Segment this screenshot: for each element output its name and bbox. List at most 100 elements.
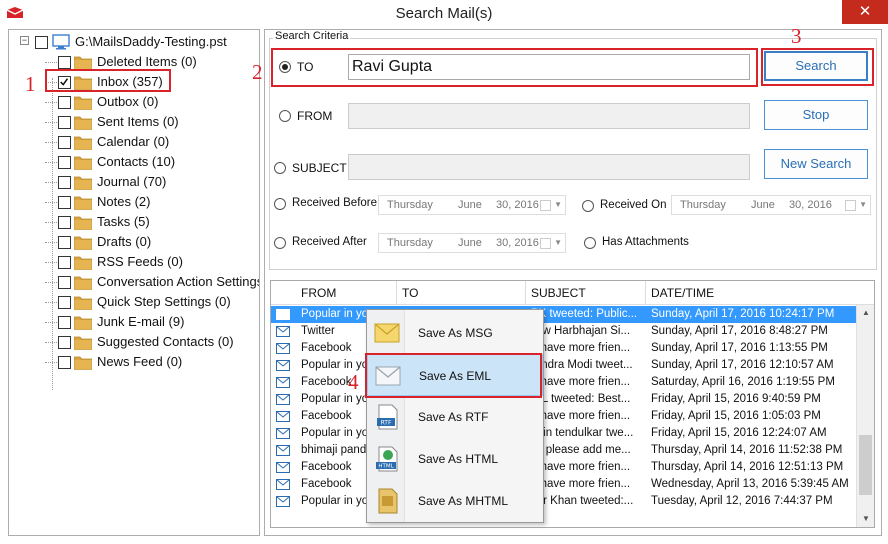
folder-icon	[74, 315, 92, 330]
received-on-label: Received On	[600, 199, 667, 211]
search-criteria-legend: Search Criteria	[273, 30, 351, 42]
calendar-icon[interactable]	[540, 200, 551, 211]
scroll-down-icon[interactable]: ▼	[857, 511, 874, 527]
folder-checkbox[interactable]	[58, 356, 71, 369]
svg-text:HTML: HTML	[378, 464, 394, 470]
context-menu-item[interactable]: HTML Save As HTML	[367, 438, 543, 480]
folder-checkbox[interactable]	[58, 176, 71, 189]
context-menu-item[interactable]: Save As MHTML	[367, 480, 543, 522]
mail-envelope-icon	[276, 445, 290, 456]
tree-item-label: Deleted Items (0)	[97, 54, 197, 69]
tree-item-label: Sent Items (0)	[97, 114, 179, 129]
table-row[interactable]: Facebook u have more frien... Wednesday, A…	[271, 476, 856, 493]
mail-envelope-icon	[276, 411, 290, 422]
mhtml-file-icon	[373, 488, 401, 514]
subject-input[interactable]	[348, 154, 750, 180]
tree-item-label: Contacts (10)	[97, 154, 176, 169]
table-row[interactable]: Twitter llow Harbhajan Si... Sunday, April…	[271, 323, 856, 340]
scroll-up-icon[interactable]: ▲	[857, 305, 874, 321]
column-from[interactable]: FROM	[301, 286, 336, 300]
folder-checkbox[interactable]	[58, 156, 71, 169]
cell-subject: u have more frien...	[531, 478, 631, 490]
tree-guide-line	[45, 182, 57, 183]
stop-button[interactable]: Stop	[764, 100, 868, 130]
folder-checkbox[interactable]	[58, 196, 71, 209]
mail-envelope-icon	[276, 377, 290, 388]
folder-checkbox[interactable]	[58, 216, 71, 229]
cell-datetime: Sunday, April 17, 2016 8:48:27 PM	[651, 325, 828, 337]
table-row[interactable]: Popular in your... PK tweeted: Public... S…	[271, 306, 856, 323]
tree-guide-line	[45, 302, 57, 303]
folder-icon	[74, 195, 92, 210]
cell-subject: vi, please add me...	[531, 444, 631, 456]
folder-checkbox[interactable]	[58, 136, 71, 149]
folder-checkbox[interactable]	[58, 116, 71, 129]
close-button[interactable]: ✕	[842, 0, 888, 24]
received-on-radio[interactable]	[582, 200, 594, 212]
context-menu-item[interactable]: Save As MSG	[367, 312, 543, 354]
tree-root-label: G:\MailsDaddy-Testing.pst	[75, 34, 227, 49]
annotation-number-1: 1	[25, 72, 36, 96]
tree-item-label: Drafts (0)	[97, 234, 152, 249]
folder-checkbox[interactable]	[58, 236, 71, 249]
context-menu-item[interactable]: RTF Save As RTF	[367, 396, 543, 438]
table-row[interactable]: Popular in your... chin tendulkar twe... F…	[271, 425, 856, 442]
calendar-icon[interactable]	[540, 238, 551, 249]
tree-item-label: RSS Feeds (0)	[97, 254, 183, 269]
folder-checkbox[interactable]	[58, 296, 71, 309]
column-subject[interactable]: SUBJECT	[531, 286, 586, 300]
tree-guide-line	[45, 122, 57, 123]
folder-checkbox[interactable]	[58, 56, 71, 69]
column-datetime[interactable]: DATE/TIME	[651, 286, 714, 300]
mail-envelope-icon	[276, 428, 290, 439]
column-to[interactable]: TO	[402, 286, 418, 300]
mail-envelope-icon	[276, 496, 290, 507]
calendar-icon[interactable]	[845, 200, 856, 211]
results-grid: FROM TO SUBJECT DATE/TIME Popular in you…	[270, 280, 875, 528]
date-rest: 30, 2016	[496, 199, 539, 211]
cell-subject: rendra Modi tweet...	[531, 359, 633, 371]
cell-datetime: Sunday, April 17, 2016 10:24:17 PM	[651, 308, 835, 320]
table-row[interactable]: Facebook u have more frien... Friday, Apri…	[271, 408, 856, 425]
cell-subject: PK tweeted: Public...	[531, 308, 638, 320]
table-row[interactable]: bhimaji pandya vi, please add me... Thursd…	[271, 442, 856, 459]
folder-checkbox[interactable]	[58, 256, 71, 269]
tree-guide-line	[45, 102, 57, 103]
root-checkbox[interactable]	[35, 36, 48, 49]
new-search-button[interactable]: New Search	[764, 149, 868, 179]
folder-checkbox[interactable]	[58, 276, 71, 289]
cell-subject: u have more frien...	[531, 410, 631, 422]
folder-checkbox[interactable]	[58, 96, 71, 109]
collapse-icon[interactable]: −	[20, 36, 29, 45]
annotation-number-2: 2	[252, 60, 263, 84]
mail-envelope-icon	[276, 326, 290, 337]
subject-radio[interactable]	[274, 162, 286, 174]
cell-datetime: Thursday, April 14, 2016 12:51:13 PM	[651, 461, 844, 473]
received-before-date[interactable]: Thursday June 30, 2016 ▼	[378, 195, 566, 215]
folder-checkbox[interactable]	[58, 336, 71, 349]
grid-header: FROM TO SUBJECT DATE/TIME	[271, 281, 874, 305]
from-input[interactable]	[348, 103, 750, 129]
save-context-menu: Save As MSG Save As EML RTF Save As RTF HTML…	[366, 309, 544, 523]
table-row[interactable]: Facebook u have more frien... Sunday, Apri…	[271, 340, 856, 357]
context-menu-item-label: Save As MHTML	[418, 494, 509, 508]
table-row[interactable]: Facebook u have more frien... Thursday, Ap…	[271, 459, 856, 476]
grid-scrollbar[interactable]: ▲ ▼	[856, 305, 874, 527]
msg-envelope-icon	[373, 320, 401, 346]
date-rest: 30, 2016	[496, 237, 539, 249]
folder-icon	[74, 335, 92, 350]
folder-checkbox[interactable]	[58, 316, 71, 329]
scroll-thumb[interactable]	[859, 435, 872, 495]
chevron-down-icon: ▼	[554, 238, 562, 247]
received-after-date[interactable]: Thursday June 30, 2016 ▼	[378, 233, 566, 253]
html-file-icon: HTML	[373, 446, 401, 472]
table-row[interactable]: Popular in your... mir Khan tweeted:... Tu…	[271, 493, 856, 510]
received-after-radio[interactable]	[274, 237, 286, 249]
has-attachments-radio[interactable]	[584, 237, 596, 249]
from-radio[interactable]	[279, 110, 291, 122]
mail-envelope-icon	[276, 394, 290, 405]
date-month: June	[458, 199, 482, 211]
tree-guide-line	[45, 62, 57, 63]
received-before-radio[interactable]	[274, 198, 286, 210]
received-on-date[interactable]: Thursday June 30, 2016 ▼	[671, 195, 871, 215]
